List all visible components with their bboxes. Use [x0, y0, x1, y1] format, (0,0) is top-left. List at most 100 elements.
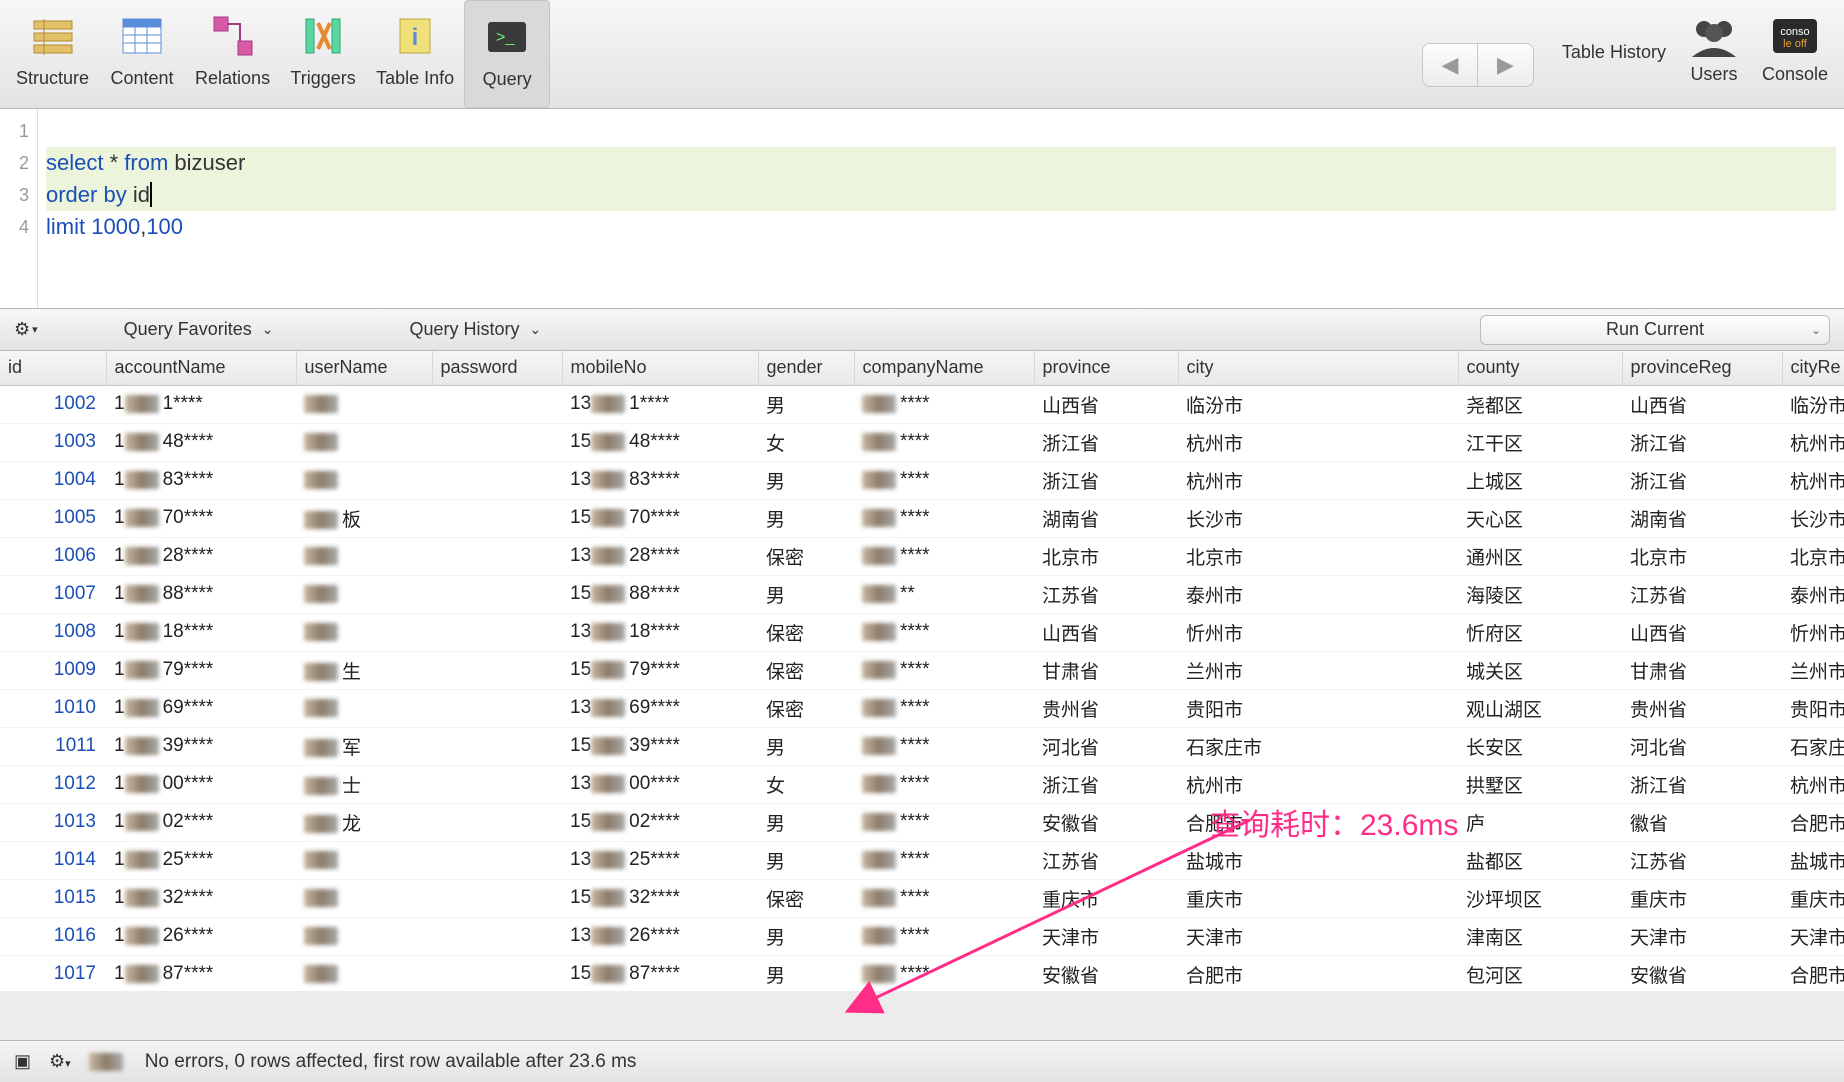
cell-cityreg: 杭州市	[1782, 765, 1844, 803]
table-row[interactable]: 1007188****1588****男**江苏省泰州市海陵区江苏省泰州市	[0, 575, 1844, 613]
gear-menu[interactable]: ⚙▾	[14, 319, 38, 340]
svg-text:>_: >_	[496, 29, 515, 46]
col-password[interactable]: password	[432, 351, 562, 385]
tableinfo-button[interactable]: i Table Info	[366, 0, 464, 108]
cell-provincereg: 山西省	[1622, 613, 1782, 651]
table-row[interactable]: 1011139****军1539****男****河北省石家庄市长安区河北省石家…	[0, 727, 1844, 765]
toolbar-label: Content	[111, 68, 174, 89]
cell-accountname: 170****	[106, 499, 296, 537]
users-icon	[1686, 8, 1742, 64]
table-row[interactable]: 1010169****1369****保密****贵州省贵阳市观山湖区贵州省贵阳…	[0, 689, 1844, 727]
cell-cityreg: 兰州市	[1782, 651, 1844, 689]
table-row[interactable]: 1015132****1532****保密****重庆市重庆市沙坪坝区重庆市重庆…	[0, 879, 1844, 917]
col-mobileno[interactable]: mobileNo	[562, 351, 758, 385]
cell-username	[296, 689, 432, 727]
cell-username	[296, 575, 432, 613]
run-query-button[interactable]: Run Current⌄	[1480, 315, 1830, 345]
table-row[interactable]: 1017187****1587****男****安徽省合肥市包河区安徽省合肥市	[0, 955, 1844, 991]
cell-mobileno: 1588****	[562, 575, 758, 613]
col-accountname[interactable]: accountName	[106, 351, 296, 385]
cell-county: 庐	[1458, 803, 1622, 841]
cell-cityreg: 石家庄	[1782, 727, 1844, 765]
table-row[interactable]: 1005170****板1570****男****湖南省长沙市天心区湖南省长沙市	[0, 499, 1844, 537]
cell-company: ****	[854, 385, 1034, 423]
svg-text:conso: conso	[1780, 26, 1809, 38]
table-row[interactable]: 1003148****1548****女****浙江省杭州市江干区浙江省杭州市	[0, 423, 1844, 461]
cell-id: 1010	[0, 689, 106, 727]
cell-mobileno: 1383****	[562, 461, 758, 499]
col-provincereg[interactable]: provinceReg	[1622, 351, 1782, 385]
relations-icon	[205, 8, 261, 64]
table-row[interactable]: 1012100****士1300****女****浙江省杭州市拱墅区浙江省杭州市	[0, 765, 1844, 803]
cell-county: 江干区	[1458, 423, 1622, 461]
table-row[interactable]: 1014125****1325****男****江苏省盐城市盐都区江苏省盐城市	[0, 841, 1844, 879]
cell-password	[432, 955, 562, 991]
cell-county: 津南区	[1458, 917, 1622, 955]
table-row[interactable]: 1009179****生1579****保密****甘肃省兰州市城关区甘肃省兰州…	[0, 651, 1844, 689]
cell-city: 重庆市	[1178, 879, 1458, 917]
table-row[interactable]: 1006128****1328****保密****北京市北京市通州区北京市北京市	[0, 537, 1844, 575]
cell-id: 1014	[0, 841, 106, 879]
cell-gender: 保密	[758, 537, 854, 575]
users-button[interactable]: Users	[1676, 0, 1752, 108]
cell-password	[432, 841, 562, 879]
sql-editor[interactable]: 1234 select * from bizuser order by id l…	[0, 109, 1844, 309]
main-toolbar: Structure Content Relations Triggers i T…	[0, 0, 1844, 109]
query-button[interactable]: >_ Query	[464, 0, 550, 108]
cell-city: 杭州市	[1178, 423, 1458, 461]
gear-icon[interactable]: ⚙▾	[49, 1051, 71, 1072]
nav-forward-button[interactable]: ▶	[1478, 43, 1534, 87]
tablehistory-button[interactable]: Table History	[1552, 0, 1676, 108]
cell-county: 盐都区	[1458, 841, 1622, 879]
cell-username: 军	[296, 727, 432, 765]
col-county[interactable]: county	[1458, 351, 1622, 385]
triggers-icon	[295, 8, 351, 64]
cell-city: 兰州市	[1178, 651, 1458, 689]
cell-gender: 男	[758, 385, 854, 423]
col-username[interactable]: userName	[296, 351, 432, 385]
cell-county: 长安区	[1458, 727, 1622, 765]
col-cityreg[interactable]: cityRe	[1782, 351, 1844, 385]
query-history-dropdown[interactable]: Query History⌄	[409, 319, 541, 340]
cell-city: 杭州市	[1178, 461, 1458, 499]
col-id[interactable]: id	[0, 351, 106, 385]
toolbar-label: Triggers	[290, 68, 355, 89]
cell-accountname: 187****	[106, 955, 296, 991]
console-button[interactable]: console off Console	[1752, 0, 1838, 108]
table-row[interactable]: 1004183****1383****男****浙江省杭州市上城区浙江省杭州市	[0, 461, 1844, 499]
relations-button[interactable]: Relations	[185, 0, 280, 108]
triggers-button[interactable]: Triggers	[280, 0, 366, 108]
cell-accountname: 125****	[106, 841, 296, 879]
cell-provincereg: 贵州省	[1622, 689, 1782, 727]
sql-code[interactable]: select * from bizuser order by id limit …	[38, 109, 1844, 308]
status-bar: ▣ ⚙▾ No errors, 0 rows affected, first r…	[0, 1040, 1844, 1082]
table-row[interactable]: 1016126****1326****男****天津市天津市津南区天津市天津市	[0, 917, 1844, 955]
cell-gender: 男	[758, 461, 854, 499]
table-row[interactable]: 100211****131****男****山西省临汾市尧都区山西省临汾市	[0, 385, 1844, 423]
cell-company: ****	[854, 537, 1034, 575]
col-city[interactable]: city	[1178, 351, 1458, 385]
header-row: id accountName userName password mobileN…	[0, 351, 1844, 385]
expand-icon[interactable]: ▣	[14, 1051, 31, 1072]
col-gender[interactable]: gender	[758, 351, 854, 385]
table-row[interactable]: 1013102****龙1502****男****安徽省合肥市庐徽省合肥市	[0, 803, 1844, 841]
query-favorites-dropdown[interactable]: Query Favorites⌄	[124, 319, 274, 340]
query-bar: ⚙▾ Query Favorites⌄ Query History⌄ Run C…	[0, 309, 1844, 351]
toolbar-label: Query	[483, 69, 532, 90]
content-button[interactable]: Content	[99, 0, 185, 108]
cell-cityreg: 天津市	[1782, 917, 1844, 955]
status-blur	[89, 1053, 123, 1071]
table-row[interactable]: 1008118****1318****保密****山西省忻州市忻府区山西省忻州市	[0, 613, 1844, 651]
results-grid[interactable]: id accountName userName password mobileN…	[0, 351, 1844, 991]
content-icon	[114, 8, 170, 64]
col-province[interactable]: province	[1034, 351, 1178, 385]
col-companyname[interactable]: companyName	[854, 351, 1034, 385]
toolbar-label: Table History	[1562, 42, 1666, 63]
cell-accountname: 128****	[106, 537, 296, 575]
cell-cityreg: 泰州市	[1782, 575, 1844, 613]
cell-gender: 男	[758, 499, 854, 537]
structure-button[interactable]: Structure	[6, 0, 99, 108]
nav-back-button[interactable]: ◀	[1422, 43, 1478, 87]
cell-mobileno: 1532****	[562, 879, 758, 917]
chevron-down-icon: ⌄	[262, 321, 274, 338]
